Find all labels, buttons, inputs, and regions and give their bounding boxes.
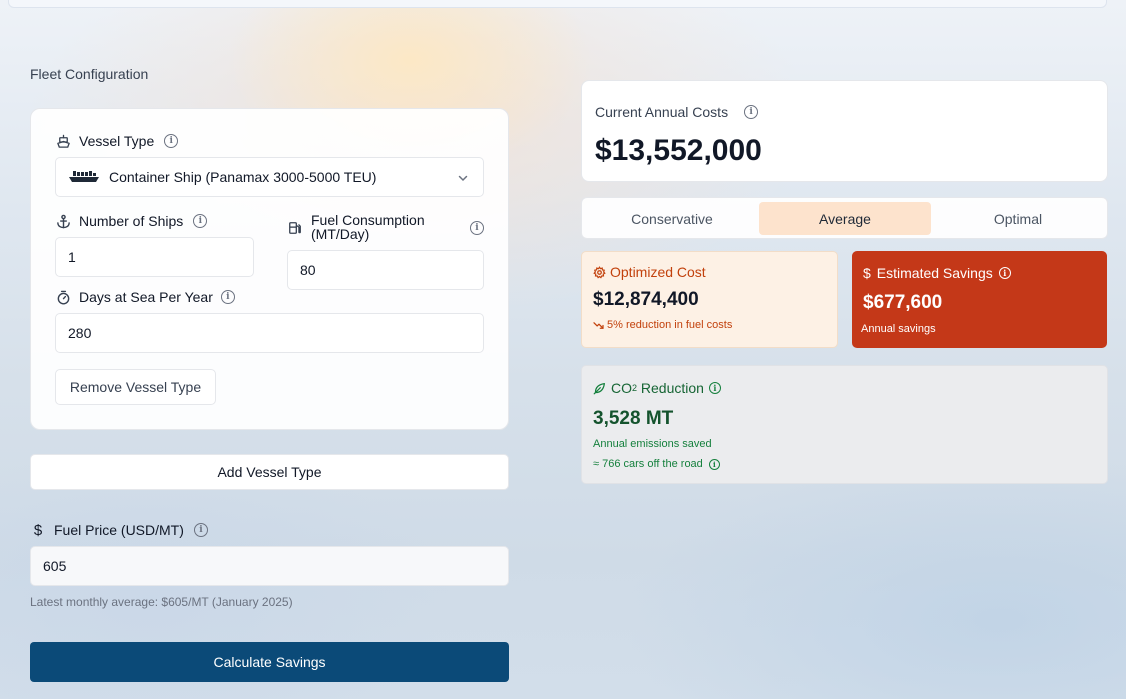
days-input[interactable]: 280	[55, 313, 484, 353]
tab-conservative[interactable]: Conservative	[586, 202, 758, 235]
savings-note: Annual savings	[861, 323, 936, 335]
vessel-type-info-icon[interactable]: i	[164, 134, 179, 148]
estimated-savings-card: $ Estimated Savings i $677,600 Annual sa…	[852, 251, 1107, 348]
co2-label-suffix: Reduction	[637, 380, 704, 396]
days-info-icon[interactable]: i	[220, 290, 235, 304]
vessel-type-label-row: Vessel Type i	[55, 133, 179, 149]
anchor-icon	[55, 213, 71, 229]
optimized-value: $12,874,400	[593, 289, 699, 310]
current-costs-label-row: Current Annual Costs i	[595, 104, 759, 120]
savings-info-icon[interactable]: i	[998, 267, 1011, 279]
co2-reduction-card: CO 2 Reduction i 3,528 MT Annual emission…	[581, 365, 1108, 484]
scenario-tabs: Conservative Average Optimal	[581, 197, 1108, 239]
fuel-info-icon[interactable]: i	[470, 221, 484, 235]
gear-icon	[593, 265, 606, 279]
add-vessel-button[interactable]: Add Vessel Type	[30, 454, 509, 490]
fuel-price-label-row: $ Fuel Price (USD/MT) i	[30, 521, 208, 539]
ships-label: Number of Ships	[79, 213, 184, 229]
chevron-down-icon	[457, 171, 469, 187]
fuel-label-row: Fuel Consumption (MT/Day)	[287, 213, 425, 241]
ship-icon	[55, 133, 71, 149]
fuel-price-input[interactable]: 605	[30, 546, 509, 586]
dollar-icon: $	[33, 521, 43, 539]
container-ship-icon	[68, 169, 100, 186]
current-costs-label: Current Annual Costs	[595, 104, 729, 120]
optimized-note-row: 5% reduction in fuel costs	[593, 319, 732, 331]
co2-label-row: CO 2 Reduction i	[593, 380, 721, 396]
fuel-label-line1: Fuel Consumption	[311, 212, 425, 228]
co2-cars: ≈ 766 cars off the road	[593, 458, 703, 470]
savings-label-row: $ Estimated Savings i	[863, 265, 1011, 281]
remove-vessel-button[interactable]: Remove Vessel Type	[55, 369, 216, 405]
fuel-price-label: Fuel Price (USD/MT)	[54, 522, 184, 538]
co2-value: 3,528 MT	[593, 408, 674, 429]
tab-optimal[interactable]: Optimal	[932, 202, 1104, 235]
vessel-type-label: Vessel Type	[79, 133, 155, 149]
calculate-savings-button[interactable]: Calculate Savings	[30, 642, 509, 682]
vessel-card: Vessel Type i Container Ship (Panamax 30…	[30, 108, 509, 430]
fuel-label-line2: (MT/Day)	[311, 226, 370, 242]
co2-cars-row: ≈ 766 cars off the road i	[593, 458, 720, 470]
current-costs-card: Current Annual Costs i $13,552,000	[581, 80, 1108, 182]
co2-note: Annual emissions saved	[593, 438, 712, 450]
co2-label-prefix: CO	[611, 380, 632, 396]
optimized-note: 5% reduction in fuel costs	[607, 319, 733, 331]
fuel-input[interactable]: 80	[287, 250, 484, 290]
savings-value: $677,600	[863, 292, 943, 313]
cars-info-icon[interactable]: i	[708, 458, 720, 470]
optimized-cost-card: Optimized Cost $12,874,400 5% reduction …	[581, 251, 838, 348]
vessel-type-value: Container Ship (Panamax 3000-5000 TEU)	[109, 169, 377, 185]
top-bar	[8, 0, 1107, 8]
fuel-price-info-icon[interactable]: i	[193, 523, 208, 537]
dollar-icon: $	[863, 265, 871, 281]
stopwatch-icon	[55, 289, 71, 305]
co2-info-icon[interactable]: i	[708, 382, 721, 394]
trending-down-icon	[593, 321, 604, 330]
section-title: Fleet Configuration	[30, 66, 149, 82]
tab-average[interactable]: Average	[759, 202, 931, 235]
optimized-label-row: Optimized Cost	[593, 264, 706, 280]
ships-info-icon[interactable]: i	[193, 214, 208, 228]
optimized-label: Optimized Cost	[610, 264, 706, 280]
leaf-icon	[593, 382, 606, 395]
days-label: Days at Sea Per Year	[79, 289, 213, 305]
ships-label-row: Number of Ships i	[55, 213, 208, 229]
ships-input[interactable]: 1	[55, 237, 254, 277]
days-label-row: Days at Sea Per Year i	[55, 289, 235, 305]
fuel-price-help: Latest monthly average: $605/MT (January…	[30, 595, 293, 609]
fuel-pump-icon	[287, 220, 303, 236]
fuel-label: Fuel Consumption (MT/Day)	[311, 213, 425, 241]
savings-label: Estimated Savings	[876, 265, 993, 281]
current-costs-value: $13,552,000	[595, 134, 762, 167]
vessel-type-select[interactable]: Container Ship (Panamax 3000-5000 TEU)	[55, 157, 484, 197]
current-costs-info-icon[interactable]: i	[744, 105, 759, 119]
